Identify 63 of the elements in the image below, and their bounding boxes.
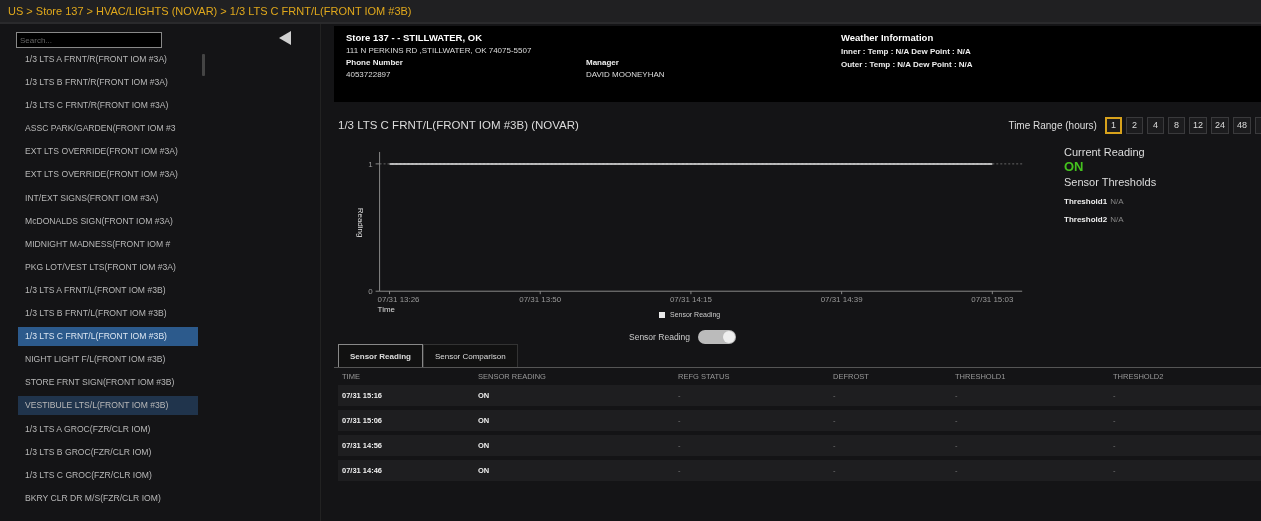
sensor-title: 1/3 LTS C FRNT/L(FRONT IOM #3B) (NOVAR): [338, 119, 579, 131]
time-range-button[interactable]: 2: [1125, 116, 1143, 134]
legend-swatch: [659, 311, 665, 318]
sidebar-item[interactable]: VESTIBULE LTS/L(FRONT IOM #3B): [18, 396, 198, 416]
sidebar-item[interactable]: MIDNIGHT MADNESS(FRONT IOM #: [18, 234, 198, 254]
sidebar-item[interactable]: 1/3 LTS A GROC(FZR/CLR IOM): [18, 419, 198, 439]
collapse-icon[interactable]: [278, 30, 292, 46]
sidebar-item[interactable]: STORE FRNT SIGN(FRONT IOM #3B): [18, 373, 198, 393]
weather-inner: Inner : Temp : N/A Dew Point : N/A: [841, 47, 972, 56]
phone-label: Phone Number: [346, 58, 404, 67]
time-range-button[interactable]: 4: [1146, 116, 1164, 134]
store-address: 111 N PERKINS RD ,STILLWATER, OK 74075-5507: [346, 46, 533, 55]
phone-number: 4053722897: [346, 70, 392, 79]
y-axis-label: Reading: [355, 207, 365, 238]
x-tick-label: 07/31 14:39: [820, 295, 863, 305]
x-tick-label: 07/31 13:26: [377, 295, 420, 305]
sidebar-item[interactable]: PKG LOT/VEST LTS(FRONT IOM #3A): [18, 257, 198, 277]
x-tick-label: 07/31 15:03: [971, 295, 1014, 305]
x-tick-label: 07/31 14:15: [669, 295, 712, 305]
weather-outer: Outer : Temp : N/A Dew Point : N/A: [841, 60, 973, 69]
sidebar-item[interactable]: McDONALDS SIGN(FRONT IOM #3A): [18, 211, 198, 231]
threshold-label: Threshold1: [1064, 197, 1108, 206]
sidebar-item[interactable]: 1/3 LTS C FRNT/R(FRONT IOM #3A): [18, 96, 198, 116]
y-tick-label: 1: [368, 159, 373, 169]
x-tick-label: 07/31 13:50: [519, 295, 562, 305]
y-tick-label: 0: [368, 287, 373, 297]
sidebar-item[interactable]: EXT LTS OVERRIDE(FRONT IOM #3A): [18, 142, 198, 162]
sidebar-item[interactable]: 1/3 LTS B GROC(FZR/CLR IOM): [18, 442, 198, 462]
sidebar-item[interactable]: BKRY CLR DR M/S(FZR/CLR IOM): [18, 488, 198, 508]
sidebar-item[interactable]: 1/3 LTS B FRNT/R(FRONT IOM #3A): [18, 73, 198, 93]
threshold-value: N/A: [1110, 215, 1124, 224]
sidebar-item[interactable]: INT/EXT SIGNS(FRONT IOM #3A): [18, 188, 198, 208]
sidebar-item[interactable]: ASSC PARK/GARDEN(FRONT IOM #3: [18, 119, 198, 139]
toggle-switch[interactable]: [697, 330, 736, 344]
sidebar-item[interactable]: EXT LTS OVERRIDE(FRONT IOM #3A): [18, 165, 198, 185]
x-axis-label: Time: [377, 305, 395, 315]
time-range-button[interactable]: 1: [1104, 116, 1122, 134]
time-range-button[interactable]: 24: [1210, 116, 1229, 134]
weather-title: Weather Information: [841, 32, 935, 43]
breadcrumb: US > Store 137 > HVAC/LIGHTS (NOVAR) > 1/3 LTS C FRNT/L(FRONT IOM #3B): [0, 0, 1261, 24]
current-reading-title: Current Reading: [1064, 146, 1146, 158]
time-range-button[interactable]: 12: [1188, 116, 1207, 134]
tab[interactable]: Sensor Comparison: [422, 344, 518, 367]
threshold-value: N/A: [1110, 197, 1124, 206]
sidebar-item[interactable]: 1/3 LTS B FRNT/L(FRONT IOM #3B): [18, 304, 198, 324]
tab[interactable]: Sensor Reading: [338, 344, 423, 367]
sidebar-item[interactable]: 1/3 LTS C GROC(FZR/CLR IOM): [18, 465, 198, 485]
current-reading-value: ON: [1064, 161, 1085, 173]
scrollbar[interactable]: [202, 54, 205, 76]
thresholds-title: Sensor Thresholds: [1064, 176, 1157, 188]
time-range-button[interactable]: 8: [1167, 116, 1185, 134]
sidebar-item[interactable]: 1/3 LTS C FRNT/L(FRONT IOM #3B): [18, 327, 198, 347]
sidebar-item[interactable]: 1/3 LTS A FRNT/R(FRONT IOM #3A): [18, 50, 198, 69]
time-range-label: Time Range (hours): [1008, 119, 1097, 131]
threshold-label: Threshold2: [1064, 215, 1108, 224]
manager-name: DAVID MOONEYHAN: [586, 70, 666, 79]
sidebar-item[interactable]: 1/3 LTS A FRNT/L(FRONT IOM #3B): [18, 280, 198, 300]
toggle-label: Sensor Reading: [629, 332, 690, 342]
manager-label: Manager: [586, 58, 620, 67]
store-title: Store 137 - - STILLWATER, OK: [346, 32, 483, 43]
time-range-button[interactable]: 48: [1233, 116, 1251, 134]
sidebar-item[interactable]: NIGHT LIGHT F/L(FRONT IOM #3B): [18, 350, 198, 370]
search-field[interactable]: Search...: [16, 32, 162, 48]
